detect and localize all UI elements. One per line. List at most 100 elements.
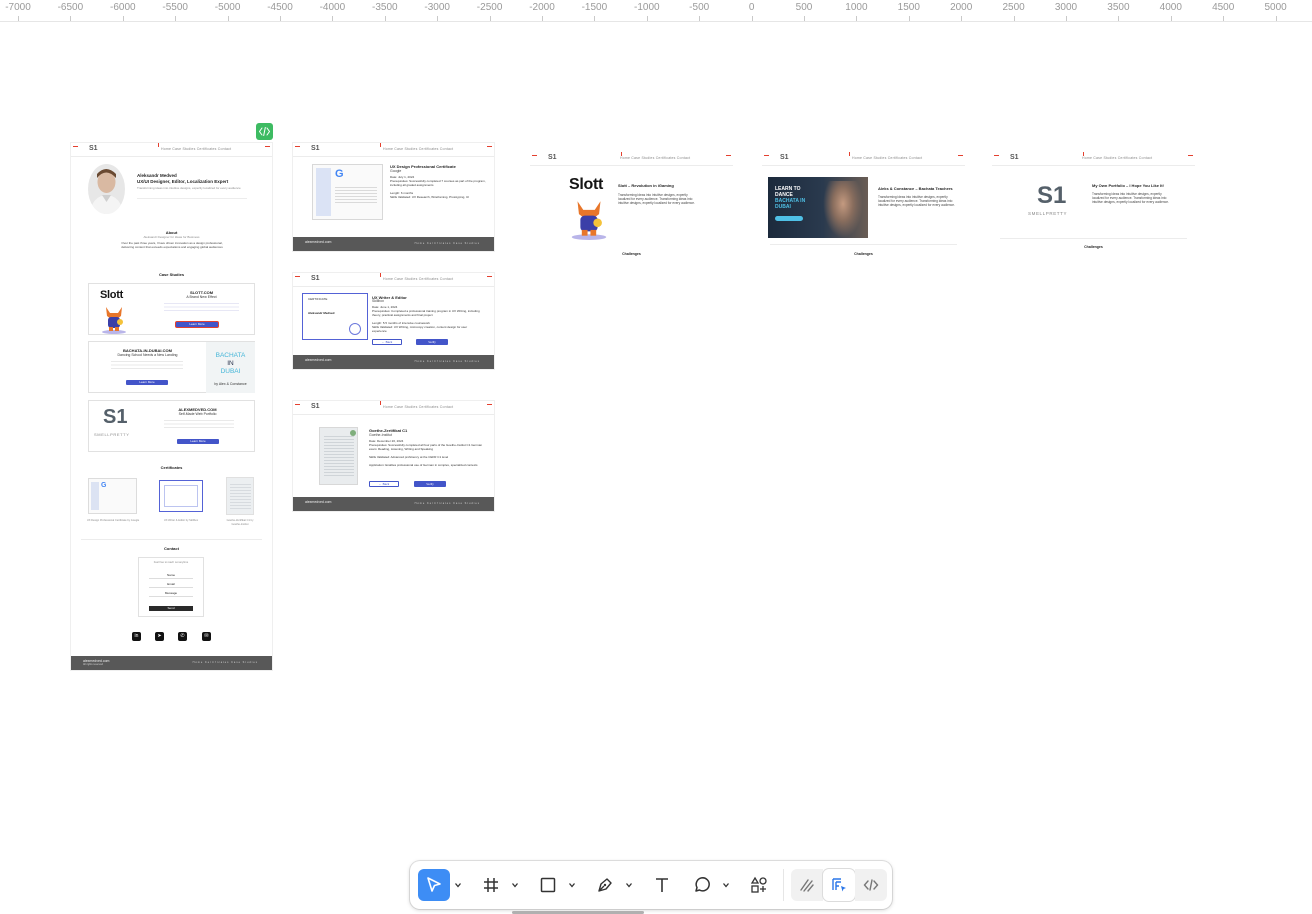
case-card-portfolio[interactable]: S1 SMELLPRETTY ALEXMEDVED.COM Self-Made … <box>88 400 255 452</box>
frame-case-portfolio[interactable]: S1 Home Case Studies Certificates Contac… <box>992 152 1195 256</box>
ruler-tick-mark <box>646 16 648 21</box>
chevron-down-icon[interactable] <box>568 881 576 889</box>
case2-learn-more-button[interactable]: Learn More <box>126 380 168 385</box>
portrait-icon <box>90 169 123 214</box>
nav-logo: S1 <box>780 154 789 161</box>
ruler-tick-label: 1500 <box>897 2 920 13</box>
frame-cert-google[interactable]: S1 Home Case Studies Certificates Contac… <box>293 143 494 251</box>
cert-issuer: Google <box>390 169 402 173</box>
frame-cert-goethe[interactable]: S1 Home Case Studies Certificates Contac… <box>293 401 494 511</box>
email-field[interactable] <box>149 587 193 588</box>
cert-issuer: Skillbox <box>372 299 385 303</box>
about-sub: Aleksandr Designer for Ideas for Busines… <box>143 235 200 239</box>
ruler-tick-mark <box>1118 16 1120 21</box>
case-card-bachata[interactable]: BACHATA-IN-DUBAI.COM Dancing School Need… <box>88 341 255 393</box>
cert-image: G <box>312 164 383 220</box>
cert-image <box>319 427 358 485</box>
ruler-tick-mark <box>1066 16 1067 21</box>
frame-home[interactable]: S1 Home Case Studies Certificates Contac… <box>71 143 272 670</box>
ruler-tick-label: -2000 <box>529 2 555 13</box>
ruler-tick-mark <box>908 16 910 21</box>
ruler-marker <box>958 155 963 156</box>
pen-tool-button[interactable] <box>589 869 621 901</box>
cert-thumb-skillbox[interactable] <box>159 480 203 512</box>
send-button[interactable]: Send <box>149 606 193 611</box>
cert-line2: Prerequisites: Successfully completed 7 … <box>390 179 486 187</box>
footer-links: Home Certificates Case Studies <box>414 360 480 363</box>
verify-button[interactable]: Verify <box>416 339 448 345</box>
chevron-down-icon[interactable] <box>625 881 633 889</box>
dev-code-badge[interactable] <box>256 123 273 140</box>
frame-footer: alexmedved.com Home Certificates Case St… <box>293 497 494 511</box>
case-challenges: Challenges <box>622 252 641 256</box>
ruler-tick-label: -2500 <box>476 2 503 13</box>
comment-tool-button[interactable] <box>686 869 718 901</box>
ruler-tick-label: 5000 <box>1264 2 1287 13</box>
poster-button <box>775 216 803 221</box>
telegram-icon[interactable]: ➤ <box>155 632 164 641</box>
case-card-slott[interactable]: Slott SLOTT.COM A Brand New Effect Learn… <box>88 283 255 335</box>
cert-line2: Prerequisites: Completed a professional … <box>372 309 480 317</box>
ruler-marker <box>295 276 300 277</box>
horizontal-ruler[interactable]: -7000 -6500 -6000 -5500 -5000 -4500 -4000 -3500… <box>0 0 1312 22</box>
slott-logo: Slott <box>100 289 123 301</box>
back-button[interactable]: ← Back <box>369 481 399 487</box>
code-brackets-icon <box>863 879 879 891</box>
nav-links: Home Case Studies Certificates Contact <box>383 405 454 409</box>
frame-case-slott[interactable]: S1 Home Case Studies Certificates Contac… <box>530 152 733 262</box>
profile-name: Aleksandr Medved <box>137 173 177 178</box>
ruler-tick-mark <box>856 16 858 21</box>
frame-hash-icon <box>484 878 498 892</box>
ruler-marker <box>487 146 492 147</box>
draw-mode-button[interactable] <box>791 869 823 901</box>
cursor-arrow-icon <box>427 877 441 892</box>
chevron-down-icon[interactable] <box>454 881 462 889</box>
nav-logo: S1 <box>89 145 98 152</box>
frame-cert-skillbox[interactable]: S1 Home Case Studies Certificates Contac… <box>293 273 494 369</box>
ruler-tick-mark <box>122 16 124 21</box>
certificates-title: Certificates <box>160 465 183 470</box>
text-tool-button[interactable] <box>646 869 678 901</box>
email-icon[interactable]: ✉ <box>202 632 211 641</box>
ruler-tick-label: 500 <box>795 2 813 13</box>
ruler-marker <box>621 152 622 156</box>
cert-issuer: Goethe-Institut <box>369 433 392 437</box>
whatsapp-icon[interactable]: ✆ <box>178 632 187 641</box>
move-tool-button[interactable] <box>418 869 450 901</box>
verify-button[interactable]: Verify <box>414 481 446 487</box>
code-icon <box>259 127 270 136</box>
ruler-tick-label: 4000 <box>1159 2 1182 13</box>
ruler-tick-mark <box>1013 16 1015 21</box>
cert-thumb-goethe[interactable] <box>226 477 254 515</box>
profile-role: UX/UI Designer, Editor, Localization Exp… <box>137 179 229 184</box>
actions-tool-button[interactable] <box>743 869 775 901</box>
cert-thumb-google[interactable]: G <box>88 478 137 514</box>
name-field[interactable] <box>149 578 193 579</box>
shape-tool-button[interactable] <box>532 869 564 901</box>
ruler-tick-label: 3500 <box>1107 2 1130 13</box>
ruler-marker <box>295 404 300 405</box>
case1-desc <box>164 302 239 312</box>
nav-logo: S1 <box>311 275 320 282</box>
linkedin-icon[interactable]: in <box>132 632 141 641</box>
back-button[interactable]: ← Back <box>372 339 402 345</box>
case3-learn-more-button[interactable]: Learn More <box>177 439 219 444</box>
draw-squiggle-icon <box>800 879 814 892</box>
chevron-down-icon[interactable] <box>511 881 519 889</box>
frame-case-bachata[interactable]: S1 Home Case Studies Certificates Contac… <box>762 152 965 262</box>
nav-links: Home Case Studies Certificates Contact <box>1082 156 1153 160</box>
design-mode-button[interactable] <box>823 869 855 901</box>
frame-tool-button[interactable] <box>475 869 507 901</box>
case-divider <box>1000 238 1187 239</box>
case2-art-by: by Alex & Constance <box>214 382 247 386</box>
chevron-down-icon[interactable] <box>722 881 730 889</box>
case1-learn-more-button[interactable]: Learn More <box>176 322 218 327</box>
footer-site: alexmedved.com <box>305 358 332 362</box>
cert-inner-border <box>164 485 198 507</box>
case3-sub: Self-Made Web Portfolio <box>178 412 217 416</box>
ruler-tick-label: -6500 <box>57 2 84 13</box>
cert-seal-icon <box>349 323 361 335</box>
dev-mode-button[interactable] <box>855 869 887 901</box>
message-field[interactable] <box>149 596 193 597</box>
ruler-tick-mark <box>542 16 543 21</box>
